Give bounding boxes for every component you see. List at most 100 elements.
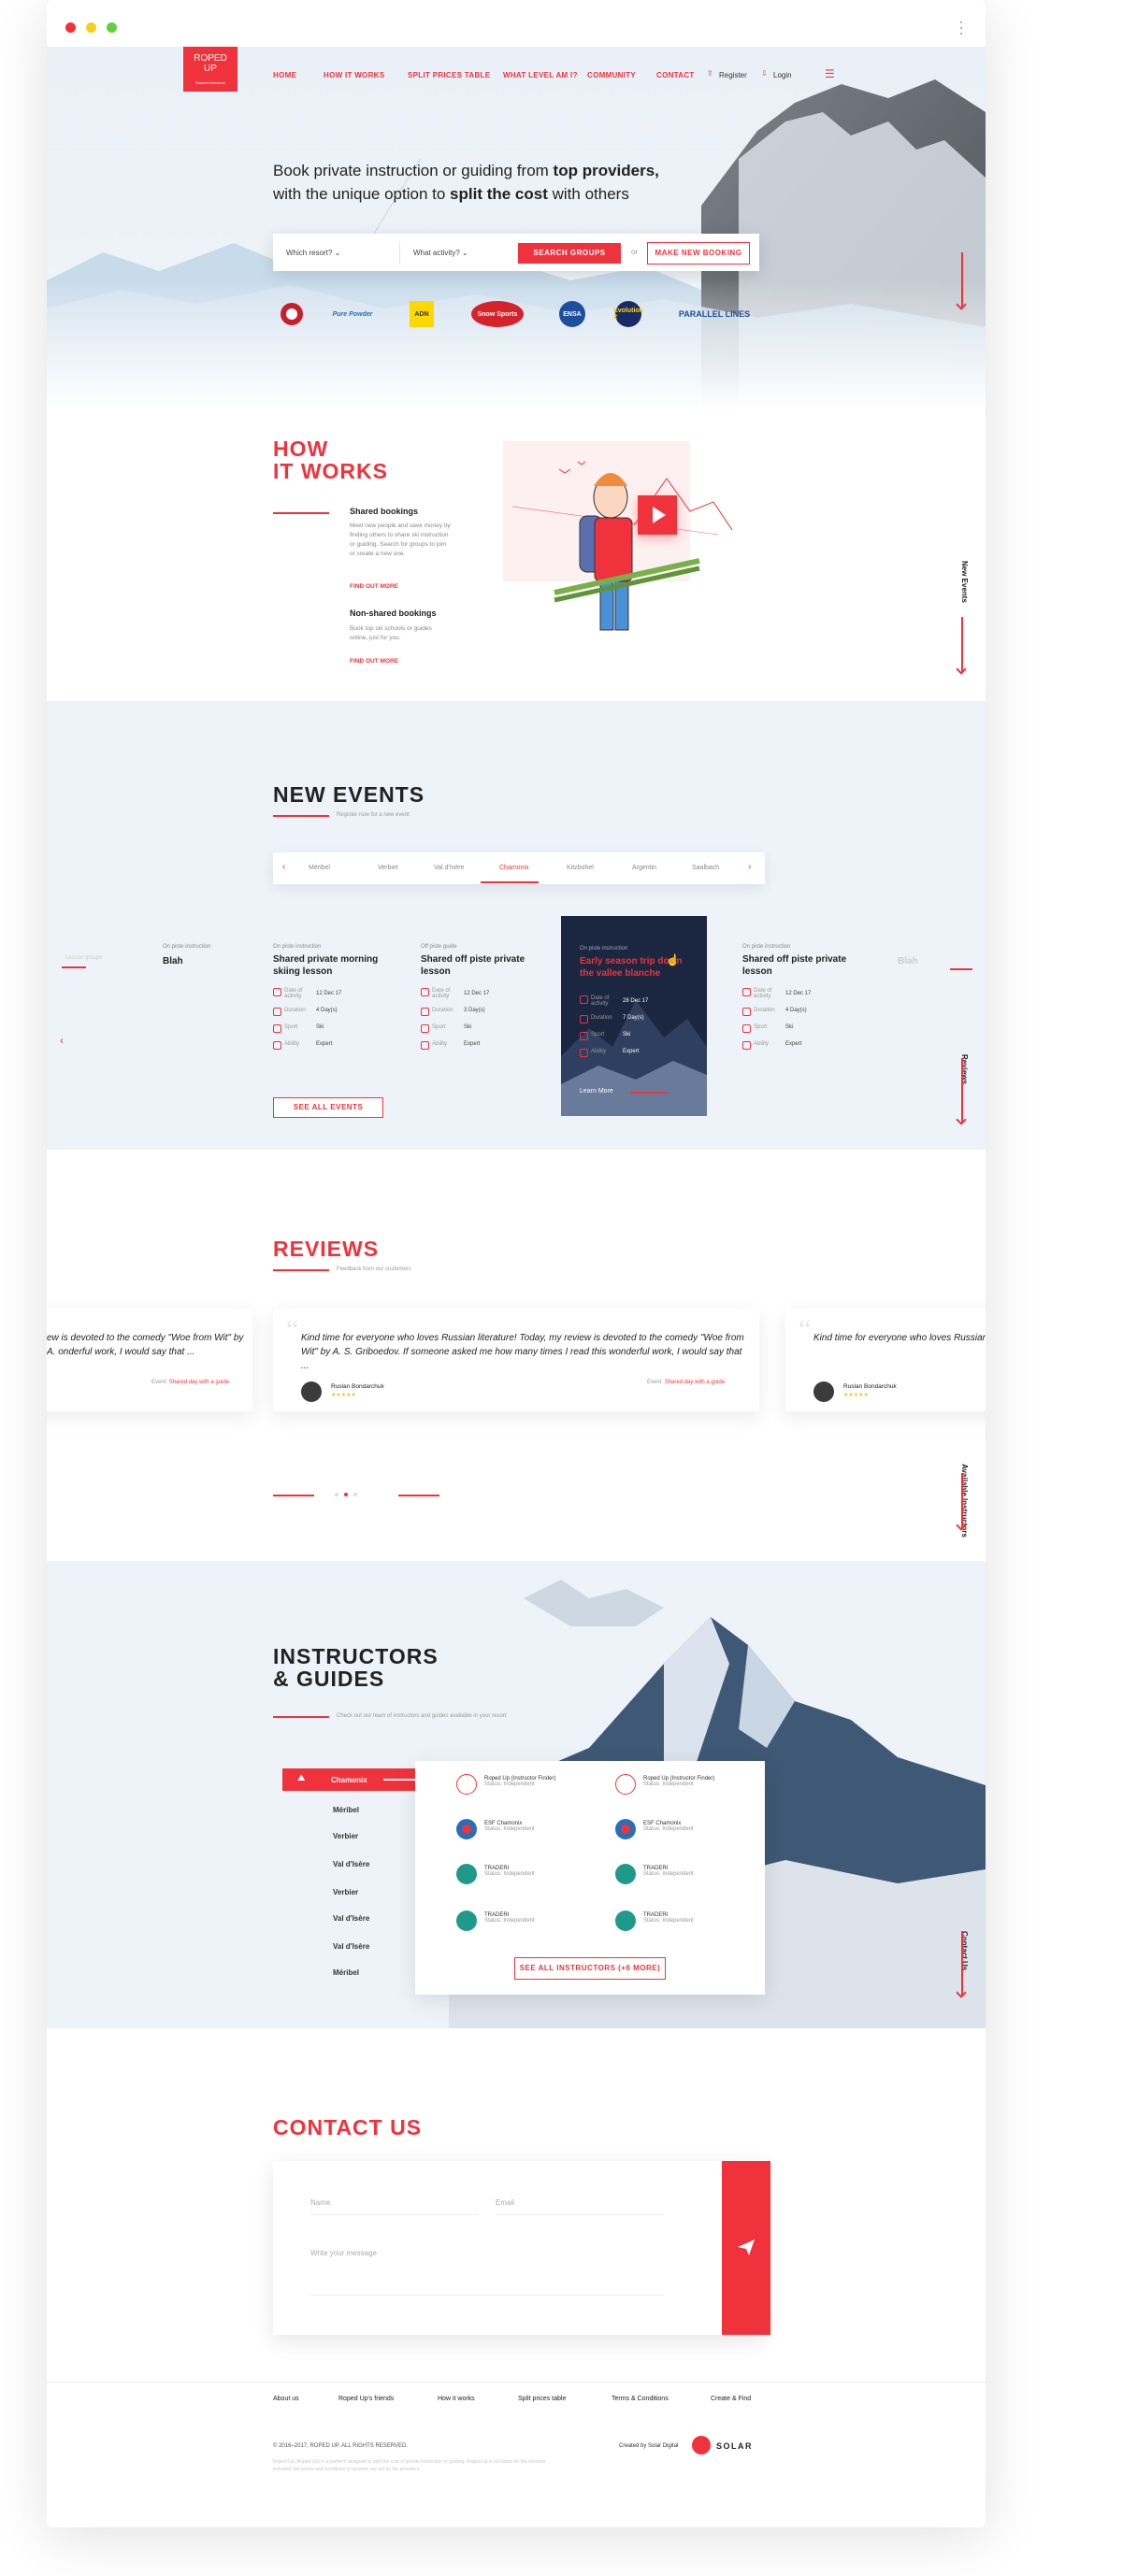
learn-more-link[interactable]: Learn More (580, 1088, 613, 1095)
tab-kitzbuhel[interactable]: Kitzbühel (567, 865, 594, 871)
location-item[interactable]: Verbier (333, 1888, 358, 1896)
nav-what-level[interactable]: WHAT LEVEL AM I? (503, 71, 578, 79)
see-all-events-button[interactable]: SEE ALL EVENTS (273, 1097, 383, 1118)
register-link[interactable]: Register (719, 71, 747, 79)
activity-select[interactable]: What activity? ⌄ (413, 249, 468, 257)
instructor-item[interactable]: Roped Up (Instructor Finder) Status: Inde… (484, 1776, 555, 1787)
tab-saalbach[interactable]: Saalbach (692, 865, 719, 871)
more-vertical-icon[interactable]: · · · (959, 16, 963, 38)
pager-dot[interactable] (353, 1493, 357, 1496)
location-item[interactable]: Méribel (333, 1968, 359, 1977)
play-video-button[interactable] (638, 495, 677, 535)
search-groups-button[interactable]: SEARCH GROUPS (518, 243, 621, 264)
carousel-next-arrow-icon[interactable] (950, 968, 972, 970)
partner-logo[interactable]: Evolution 2 (613, 301, 643, 327)
side-label-new-events: New Events (960, 561, 969, 603)
event-card-type: On piste instruction (742, 944, 791, 950)
location-item[interactable]: Val d'Isère (333, 1914, 369, 1923)
partner-logo[interactable]: PARALLEL LINES (675, 301, 754, 327)
reviews-next-arrow-icon[interactable] (398, 1495, 439, 1496)
site-logo[interactable]: ROPED UP Shared Adventure (183, 47, 237, 92)
name-field[interactable]: Name (310, 2198, 479, 2215)
location-item[interactable]: Méribel (333, 1806, 359, 1814)
close-dot-icon[interactable] (65, 22, 76, 33)
tab-verbier[interactable]: Verbier (378, 865, 398, 871)
sport-value: Ski (623, 1032, 631, 1038)
nav-contact[interactable]: CONTACT (656, 71, 695, 79)
tab-chamonix[interactable]: Chamonix (499, 865, 529, 871)
scroll-down-arrow-icon[interactable] (961, 252, 963, 308)
nav-community[interactable]: COMMUNITY (587, 71, 636, 79)
instructor-item[interactable]: TRADERI Status: Independent (484, 1912, 535, 1924)
location-item[interactable]: Val d'Isère (333, 1942, 369, 1951)
reviews-prev-arrow-icon[interactable] (273, 1495, 314, 1496)
partner-logo[interactable]: ADN (410, 301, 434, 327)
traderi-logo-icon (456, 1911, 477, 1931)
tabs-next-icon[interactable]: › (748, 862, 751, 872)
location-chamonix-active[interactable]: ⛰ Chamonix (282, 1768, 426, 1791)
ghost-rule (62, 966, 86, 968)
ghost-card-title: Blah (163, 956, 183, 966)
next-section-arrow-icon[interactable] (961, 1473, 963, 1529)
pager-dot-active[interactable] (344, 1493, 348, 1496)
instructor-item[interactable]: ESF Chamonix Status: Independent (643, 1821, 694, 1832)
partner-logo[interactable]: Snow Sports (471, 301, 524, 327)
event-card[interactable]: On piste instruction Shared private morn… (273, 944, 385, 1052)
menu-icon[interactable]: ☰ (825, 67, 835, 80)
pager-dot[interactable] (335, 1493, 338, 1496)
partner-logo[interactable] (277, 301, 307, 327)
location-item[interactable]: Val d'Isère (333, 1860, 369, 1868)
activity-select-label: What activity? (413, 249, 460, 257)
event-card[interactable]: On piste instruction Shared off piste pr… (742, 944, 855, 1052)
next-section-arrow-icon[interactable] (961, 1058, 963, 1123)
ghost-card-sub: On piste instruction (163, 944, 211, 950)
nav-home[interactable]: HOME (273, 71, 296, 79)
carousel-prev-icon[interactable]: ‹ (60, 1034, 64, 1047)
footer-link-prices[interactable]: Split prices table (518, 2396, 566, 2402)
footer-link-terms[interactable]: Terms & Conditions (612, 2396, 669, 2402)
footer-link-how[interactable]: How it works (438, 2396, 475, 2402)
send-button[interactable] (722, 2161, 770, 2335)
event-card[interactable]: Off piste guide Shared off piste private… (421, 944, 533, 1052)
review-event-link[interactable]: Shared day with a guide (665, 1380, 725, 1385)
event-card-featured[interactable]: On piste instruction Early season trip d… (561, 916, 707, 1116)
review-card[interactable]: “ Kind time for everyone who loves Russi… (785, 1309, 986, 1411)
review-card[interactable]: ew is devoted to the comedy "Woe from Wi… (47, 1309, 252, 1411)
tabs-prev-icon[interactable]: ‹ (282, 862, 285, 872)
location-item[interactable]: Verbier (333, 1832, 358, 1840)
instructor-item[interactable]: ESF Chamonix Status: Independent (484, 1821, 535, 1832)
traderi-logo-icon (615, 1911, 636, 1931)
make-booking-button[interactable]: MAKE NEW BOOKING (647, 242, 750, 265)
message-field[interactable]: Write your message (310, 2249, 664, 2296)
next-section-arrow-icon[interactable] (961, 1931, 963, 1996)
solar-logo-icon (692, 2436, 711, 2454)
created-by[interactable]: Created by Solar Digital (619, 2443, 678, 2449)
solar-brand[interactable]: SOLAR (716, 2441, 753, 2451)
partner-logo[interactable]: ENSA (559, 301, 585, 327)
instructor-item[interactable]: TRADERI Status: Independent (484, 1866, 535, 1877)
email-field[interactable]: Email (496, 2198, 664, 2215)
shared-find-out-link[interactable]: FIND OUT MORE (350, 583, 398, 590)
instructor-item[interactable]: TRADERI Status: Independent (643, 1866, 694, 1877)
tab-argentin[interactable]: Argentin (632, 865, 656, 871)
minimize-dot-icon[interactable] (86, 22, 96, 33)
partner-logo[interactable]: Pure Powder (329, 301, 376, 327)
instructor-item[interactable]: Roped Up (Instructor Finder) Status: Inde… (643, 1776, 714, 1787)
resort-select[interactable]: Which resort? ⌄ (286, 249, 340, 257)
next-section-arrow-icon[interactable] (961, 617, 963, 673)
see-all-instructors-button[interactable]: SEE ALL INSTRUCTORS (+6 MORE) (514, 1957, 666, 1980)
nav-how-it-works[interactable]: HOW IT WORKS (324, 71, 384, 79)
review-event-link[interactable]: Shared day with a guide (169, 1380, 229, 1385)
tab-val-disere[interactable]: Val d'Isère (434, 865, 464, 871)
review-card[interactable]: “ Kind time for everyone who loves Russi… (273, 1309, 759, 1411)
maximize-dot-icon[interactable] (107, 22, 117, 33)
shared-bookings-title: Shared bookings (350, 507, 419, 516)
nav-split-prices[interactable]: SPLIT PRICES TABLE (408, 71, 490, 79)
footer-link-about[interactable]: About us (273, 2396, 299, 2402)
instructor-item[interactable]: TRADERI Status: Independent (643, 1912, 694, 1924)
footer-link-create[interactable]: Create & Find (711, 2396, 751, 2402)
login-link[interactable]: Login (773, 71, 792, 79)
footer-link-friends[interactable]: Roped Up's friends (338, 2396, 394, 2402)
nonshared-find-out-link[interactable]: FIND OUT MORE (350, 658, 398, 665)
tab-meribel[interactable]: Méribel (309, 865, 330, 871)
